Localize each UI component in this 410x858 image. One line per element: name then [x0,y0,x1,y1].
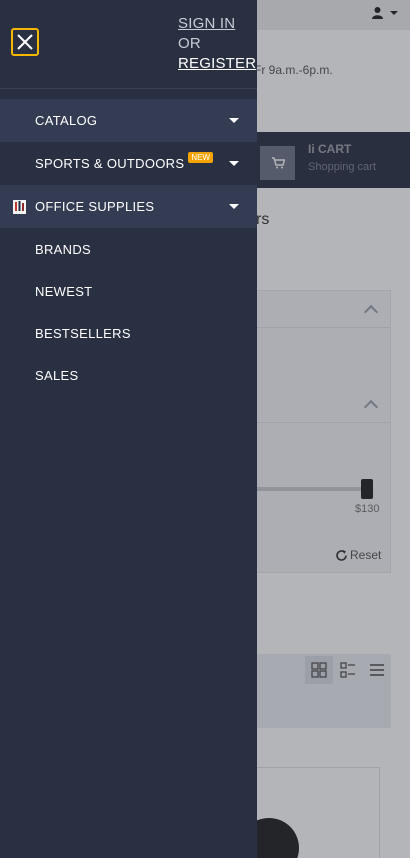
caret-down-icon[interactable] [229,161,239,166]
side-drawer: SIGN IN OR REGISTER CATALOG SPORTS & OUT… [0,0,257,858]
menu-item-catalog[interactable]: CATALOG [0,99,257,142]
menu-item-label: NEWEST [35,283,93,299]
auth-links: SIGN IN OR REGISTER [178,14,256,74]
close-button[interactable] [11,28,39,56]
menu-item-label: CATALOG [35,113,98,128]
menu-item-label: SPORTS & OUTDOORS [35,156,185,171]
menu-item-label: OFFICE SUPPLIES [35,199,155,214]
drawer-header: SIGN IN OR REGISTER [0,0,257,89]
caret-down-icon[interactable] [229,204,239,209]
new-badge: NEW [188,152,213,163]
menu-item-bestsellers[interactable]: BESTSELLERS [0,312,257,354]
menu-item-label: BESTSELLERS [35,325,131,341]
menu-item-sports-outdoors[interactable]: SPORTS & OUTDOORS NEW [0,142,257,185]
menu-item-sales[interactable]: SALES [0,354,257,396]
drawer-menu: CATALOG SPORTS & OUTDOORS NEW OFFICE SUP… [0,99,257,396]
close-icon [17,34,33,50]
menu-item-label: SALES [35,367,79,383]
menu-item-newest[interactable]: NEWEST [0,270,257,312]
sign-in-link[interactable]: SIGN IN [178,14,256,34]
menu-item-office-supplies[interactable]: OFFICE SUPPLIES [0,185,257,228]
caret-down-icon[interactable] [229,118,239,123]
menu-item-brands[interactable]: BRANDS [0,228,257,270]
register-link[interactable]: REGISTER [178,54,256,74]
menu-item-label: BRANDS [35,241,91,257]
auth-or-text: OR [178,35,201,52]
category-icon [13,200,26,214]
